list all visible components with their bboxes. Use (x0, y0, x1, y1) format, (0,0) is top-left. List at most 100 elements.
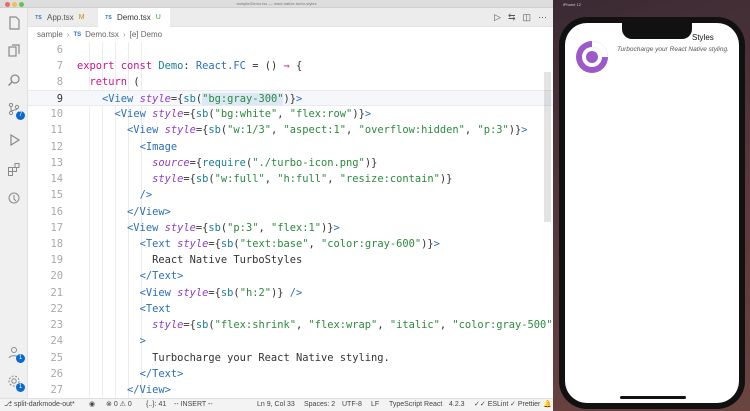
code-editor[interactable]: 6 7 export const Demo: React.FC = () ⇒ { … (28, 42, 553, 398)
line-number: 18 (50, 238, 63, 250)
breadcrumb-symbol[interactable]: [e] Demo (130, 30, 162, 39)
typescript-icon: TS (73, 31, 82, 38)
vim-mode: -- INSERT -- (174, 401, 213, 408)
breadcrumb-file[interactable]: Demo.tsx (85, 30, 119, 39)
code-line: 16 </View> (28, 204, 553, 220)
current-code-line: 9 <View style={sb("bg:gray-300")}> (28, 90, 553, 107)
chevron-right-icon: › (122, 30, 126, 39)
window-title: sample/Demo.tsx — react-native-turbo-sty… (236, 1, 317, 6)
code-line: 22 <Text (28, 301, 553, 317)
line-number: 15 (50, 189, 63, 201)
line-number: 27 (50, 384, 63, 396)
line-number: 21 (50, 287, 63, 299)
tab-status: U (155, 14, 161, 21)
copy-icon[interactable] (5, 42, 23, 60)
code-line: 17 <View style={sb("p:3", "flex:1")}> (28, 220, 553, 236)
typescript-icon: TS (35, 14, 42, 21)
code-line: 14 style={sb("w:full", "h:full", "resize… (28, 171, 553, 187)
branch-name: split-darkmode-out* (14, 401, 75, 408)
gear-icon[interactable]: 1 (5, 372, 25, 392)
eslint-label: ESLint (487, 401, 509, 408)
code-line: 7 export const Demo: React.FC = () ⇒ { (28, 58, 553, 74)
line-number: 26 (50, 368, 63, 380)
line-number: 25 (50, 352, 63, 364)
code-line: 6 (28, 42, 553, 58)
tab-app-tsx[interactable]: TS App.tsx M (28, 8, 98, 27)
source-control-icon[interactable]: 7 (5, 100, 25, 120)
line-number: 20 (50, 270, 63, 282)
problems-status[interactable]: ⊗ 0 ⚠ 0 (106, 399, 132, 411)
remote-icon[interactable] (5, 189, 23, 207)
tab-label: Demo.tsx (117, 13, 151, 22)
editor-scrollbar[interactable] (544, 72, 551, 222)
home-indicator[interactable] (620, 396, 686, 399)
breadcrumb-folder[interactable]: sample (37, 30, 63, 39)
line-ending[interactable]: LF (371, 399, 379, 411)
app-subtitle: Turbocharge your React Native styling. (617, 46, 729, 53)
run-icon[interactable]: ▷ (494, 12, 501, 23)
app-title: Styles (692, 33, 714, 42)
source-control-badge: 7 (16, 111, 25, 120)
code-line: 23 style={sb("flex:shrink", "flex:wrap",… (28, 317, 553, 333)
code-line: 24 > (28, 333, 553, 349)
bell-icon[interactable]: 🔔 (543, 399, 552, 411)
code-line: 21 <View style={sb("h:2")} /> (28, 285, 553, 301)
line-number: 22 (50, 303, 63, 315)
tab-demo-tsx[interactable]: TS Demo.tsx U (98, 8, 170, 27)
line-number: 11 (50, 124, 63, 136)
compare-icon[interactable]: ⇆ (508, 12, 516, 23)
branch-status[interactable]: ⎇ split-darkmode-out* (4, 399, 75, 411)
extensions-icon[interactable] (5, 160, 23, 178)
account-icon[interactable]: 1 (5, 343, 25, 363)
language-mode[interactable]: TypeScript React (389, 399, 442, 411)
code-line: 13 source={require("./turbo-icon.png")} (28, 155, 553, 171)
error-count: 0 (113, 401, 118, 408)
encoding[interactable]: UTF-8 (342, 399, 362, 411)
prettier-status[interactable]: ✓ Prettier (510, 399, 540, 411)
code-line: 20 </Text> (28, 268, 553, 284)
split-editor-icon[interactable]: ◫ (522, 12, 531, 23)
code-line: 26 </Text> (28, 366, 553, 382)
line-number: 8 (56, 76, 63, 88)
line-number: 19 (50, 254, 63, 266)
breadcrumb: sample › TS Demo.tsx › [e] Demo (28, 27, 553, 42)
code-line: 15 /> (28, 187, 553, 203)
turbo-logo-icon (576, 41, 608, 73)
line-number: 9 (56, 93, 63, 105)
selection-status[interactable]: {..}: 41 (146, 399, 166, 411)
line-number: 23 (50, 319, 63, 331)
files-icon[interactable] (5, 14, 23, 32)
editor-actions: ▷ ⇆ ◫ ⋯ (494, 8, 547, 27)
line-number: 12 (50, 141, 63, 153)
run-debug-icon[interactable] (5, 131, 23, 149)
search-icon[interactable] (5, 71, 23, 89)
code-line: 18 <Text style={sb("text:base", "color:g… (28, 236, 553, 252)
chevron-right-icon: › (66, 30, 70, 39)
iphone-screen[interactable] (565, 23, 739, 403)
line-number: 16 (50, 206, 63, 218)
line-number: 14 (50, 173, 63, 185)
simulator-title: iPhone 12 (563, 2, 582, 7)
line-number: 6 (56, 44, 63, 56)
eslint-status[interactable]: ✓✓ ESLint (474, 399, 508, 411)
code-line: 10 <View style={sb("bg:white", "flex:row… (28, 106, 553, 122)
warning-count: 0 (127, 401, 132, 408)
line-number: 7 (56, 60, 63, 72)
indent-setting[interactable]: Spaces: 2 (304, 399, 335, 411)
code-line: 27 </View> (28, 382, 553, 398)
cursor-position[interactable]: Ln 9, Col 33 (257, 399, 295, 411)
sync-icon[interactable]: ◉ (89, 399, 95, 411)
tab-status: M (78, 14, 85, 21)
line-number: 10 (50, 108, 63, 120)
typescript-version[interactable]: 4.2.3 (449, 399, 465, 411)
iphone-notch (622, 23, 692, 39)
window-titlebar: sample/Demo.tsx — react-native-turbo-sty… (0, 0, 553, 8)
line-number: 17 (50, 222, 63, 234)
code-line: 8 return ( (28, 74, 553, 90)
activity-bar: 7 1 1 (0, 8, 28, 398)
typescript-icon: TS (105, 14, 112, 21)
tab-label: App.tsx (47, 13, 74, 22)
settings-badge: 1 (16, 383, 25, 392)
more-actions-icon[interactable]: ⋯ (538, 12, 547, 23)
account-badge: 1 (16, 354, 25, 363)
